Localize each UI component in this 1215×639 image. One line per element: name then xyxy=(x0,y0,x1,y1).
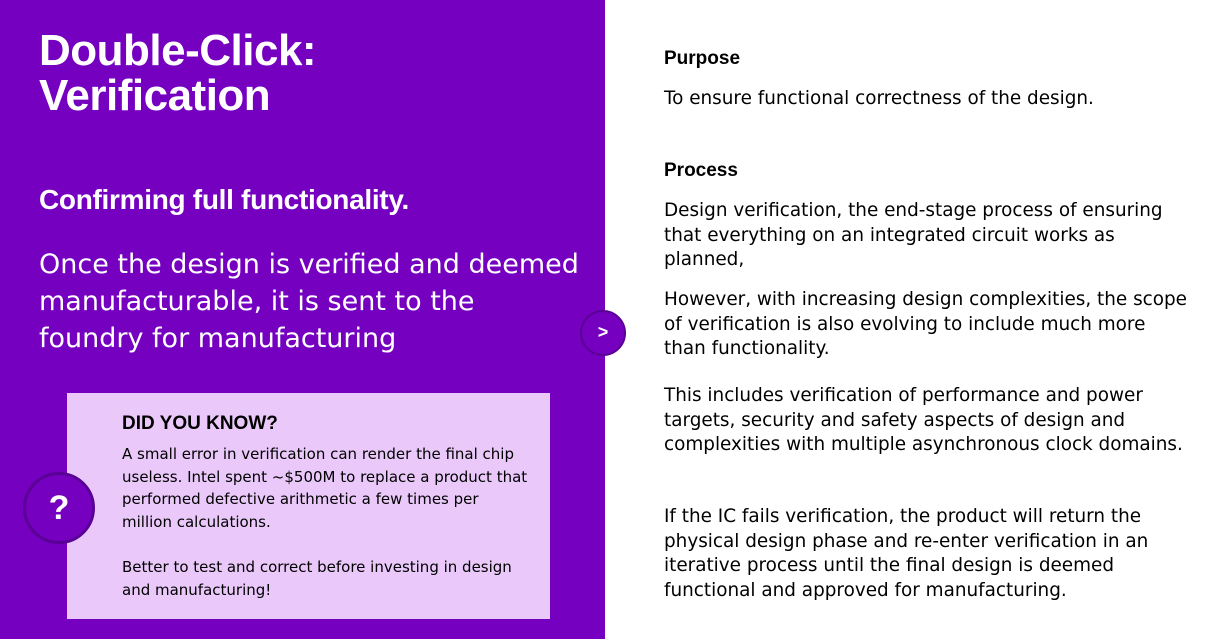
process-paragraph-2: However, with increasing design complexi… xyxy=(664,289,1188,360)
process-paragraph-3: This includes verification of performanc… xyxy=(664,385,1183,456)
did-you-know-title: DID YOU KNOW? xyxy=(122,413,278,434)
purpose-text: To ensure functional correctness of the … xyxy=(664,88,1094,109)
title-line-2: Verification xyxy=(39,71,271,120)
lead-paragraph: Once the design is verified and deemed m… xyxy=(39,249,579,354)
subtitle: Confirming full functionality. xyxy=(39,184,409,215)
left-panel: Double-Click: Verification Confirming fu… xyxy=(0,0,605,639)
process-heading: Process xyxy=(664,160,738,181)
did-you-know-note: Better to test and correct before invest… xyxy=(122,558,512,599)
did-you-know-box: DID YOU KNOW? A small error in verificat… xyxy=(67,393,550,619)
process-paragraph-4: If the IC fails verification, the produc… xyxy=(664,506,1149,601)
question-mark-icon: ? xyxy=(23,472,95,544)
process-paragraph-1: Design verification, the end-stage proce… xyxy=(664,200,1163,271)
page-title: Double-Click: Verification xyxy=(39,28,579,118)
chevron-right-icon[interactable]: > xyxy=(580,310,626,356)
title-line-1: Double-Click: xyxy=(39,26,317,75)
purpose-heading: Purpose xyxy=(664,48,741,69)
did-you-know-text: A small error in verification can render… xyxy=(122,445,528,531)
